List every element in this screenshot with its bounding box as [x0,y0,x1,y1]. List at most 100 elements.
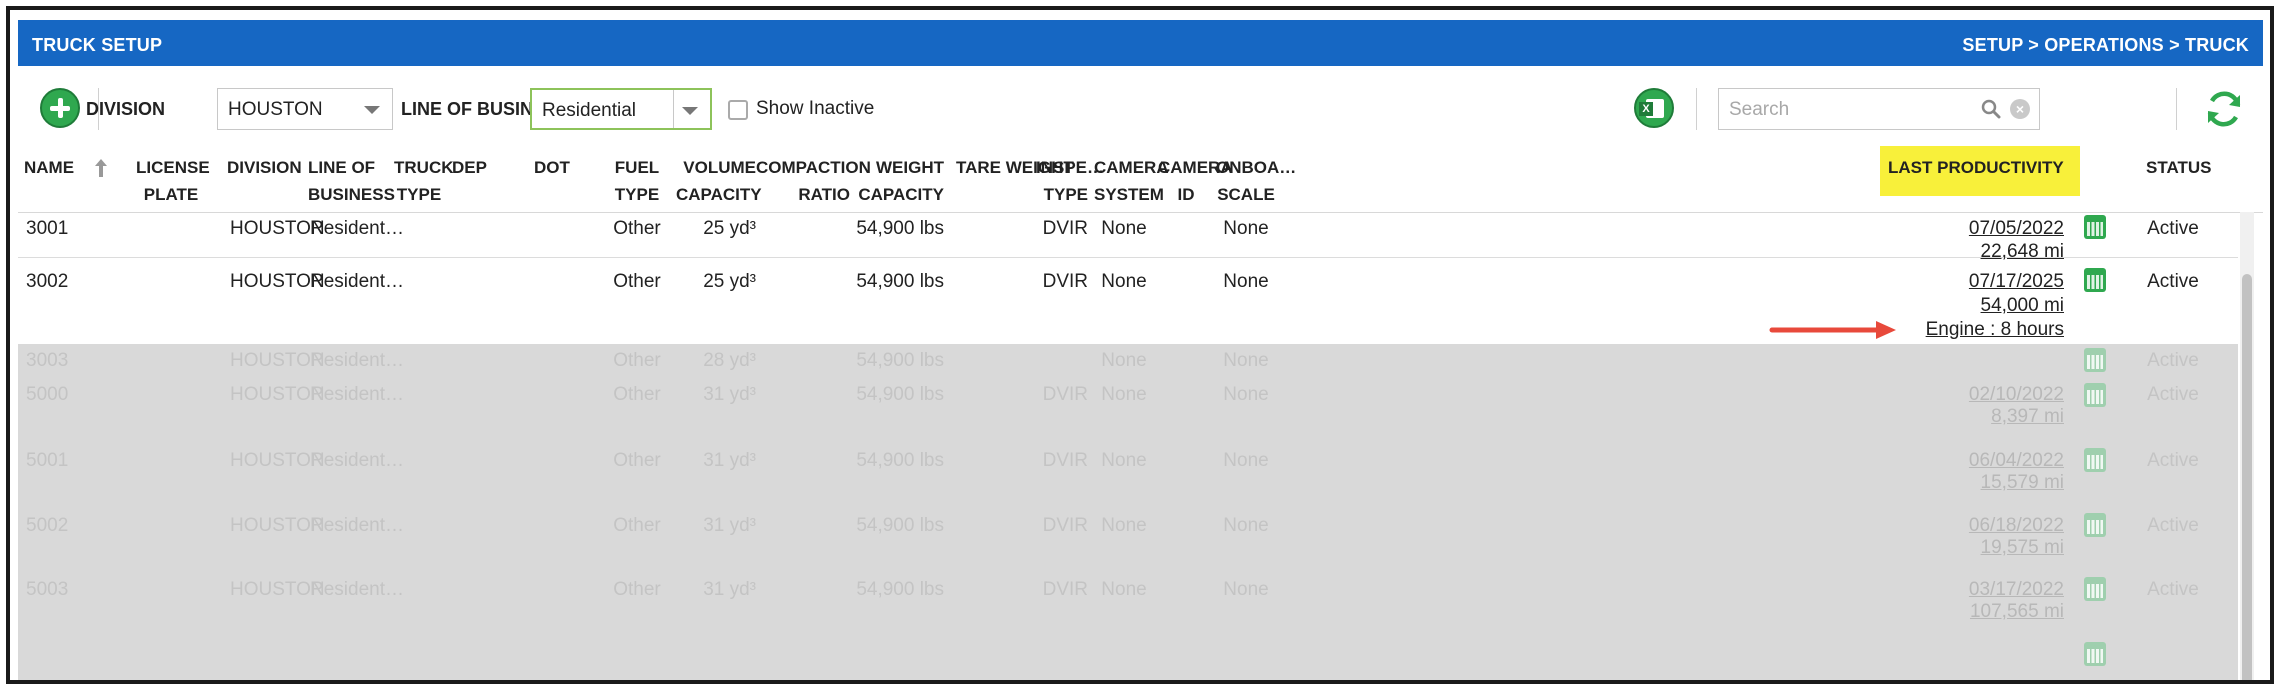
col-weight-line2: CAPACITY [858,185,944,204]
cell-line-of-business: Resident… [310,384,404,405]
add-truck-button[interactable] [40,88,80,128]
table-row[interactable]: 5000 HOUSTON Resident… Other 31 yd³ 54,9… [18,380,2238,445]
col-status[interactable]: STATUS [2146,154,2211,181]
cell-name: 5001 [26,450,69,471]
cell-line-of-business: Resident… [310,515,404,536]
cell-fuel-type: Other [613,271,661,292]
col-compaction-ratio[interactable]: COMPACTION RATIO [756,154,871,208]
table-row[interactable]: 3001 HOUSTON Resident… Other 25 yd³ 54,9… [18,212,2238,262]
table-body: 3001 HOUSTON Resident… Other 25 yd³ 54,9… [18,212,2238,680]
cell-onboard-scale: None [1223,579,1269,600]
cell-productivity-miles[interactable]: 15,579 mi [1888,471,2064,494]
table-row[interactable] [18,638,2238,680]
vertical-scrollbar[interactable] [2240,212,2254,680]
cell-status: Active [2147,218,2199,239]
cell-name: 5000 [26,384,69,405]
col-onboard-scale[interactable]: ONBOA… SCALE [1216,154,1296,208]
cell-volume: 31 yd³ [703,450,756,471]
clear-search-icon[interactable]: × [2010,99,2030,119]
col-inspection-type[interactable]: INSPE… TYPE [1036,154,1104,208]
cell-productivity-miles[interactable]: 107,565 mi [1888,600,2064,623]
cell-weight: 54,900 lbs [856,579,944,600]
col-division[interactable]: DIVISION [227,154,302,181]
table-row[interactable]: 3003 HOUSTON Resident… Other 28 yd³ 54,9… [18,344,2238,381]
cell-productivity-date[interactable]: 07/05/2022 [1888,217,2064,240]
cell-productivity-miles[interactable]: 8,397 mi [1888,405,2064,428]
col-line-of-business[interactable]: LINE OF BUSINESS [308,154,395,208]
page-title: TRUCK SETUP [32,35,163,55]
cell-fuel-type: Other [613,579,661,600]
refresh-icon[interactable] [2202,87,2246,131]
cell-line-of-business: Resident… [310,579,404,600]
window-frame: TRUCK SETUP SETUP > OPERATIONS > TRUCK D… [6,6,2274,684]
cell-productivity-date[interactable]: 06/04/2022 [1888,449,2064,472]
show-inactive-label: Show Inactive [756,98,875,119]
col-last-productivity[interactable]: LAST PRODUCTIVITY [1888,154,2064,181]
cell-productivity-date[interactable]: 03/17/2022 [1888,578,2064,601]
division-label: DIVISION [86,99,166,119]
table-row[interactable]: 3002 HOUSTON Resident… Other 25 yd³ 54,9… [18,257,2238,345]
line-of-business-select[interactable]: Residential [530,88,712,130]
search-input[interactable] [1727,97,1971,123]
col-camid-line2: ID [1177,185,1195,204]
col-truck-type-line1: TRUCK [394,158,454,177]
col-dep[interactable]: DEP [452,154,487,181]
col-dep-label: DEP [452,158,487,177]
cell-status: Active [2147,515,2199,536]
cell-volume: 28 yd³ [703,350,756,371]
table-row[interactable]: 5001 HOUSTON Resident… Other 31 yd³ 54,9… [18,444,2238,510]
calendar-icon[interactable] [2084,642,2106,666]
col-name[interactable]: NAME [24,154,74,181]
cell-productivity-miles[interactable]: 19,575 mi [1888,536,2064,559]
cell-name: 5002 [26,515,69,536]
col-truck-type[interactable]: TRUCK TYPE [394,154,454,208]
sort-ascending-icon[interactable] [94,158,108,178]
col-compaction-line1: COMPACTION [756,158,871,177]
cell-inspection-type: DVIR [1042,384,1088,405]
breadcrumb[interactable]: SETUP > OPERATIONS > TRUCK [1962,35,2249,56]
cell-onboard-scale: None [1223,271,1269,292]
table-row[interactable]: 5003 HOUSTON Resident… Other 31 yd³ 54,9… [18,573,2238,639]
line-of-business-select-value: Residential [542,100,636,121]
cell-inspection-type: DVIR [1042,218,1088,239]
cell-productivity-date[interactable]: 06/18/2022 [1888,514,2064,537]
col-fuel-type[interactable]: FUEL TYPE [612,154,662,208]
cell-inspection-type: DVIR [1042,579,1088,600]
calendar-icon[interactable] [2084,448,2106,472]
cell-camera-system: None [1101,271,1147,292]
col-camera-id[interactable]: CAMERA ID [1158,154,1233,208]
col-weight-capacity[interactable]: WEIGHT CAPACITY [858,154,944,208]
cell-productivity-miles[interactable]: 54,000 mi [1888,294,2064,317]
division-select[interactable]: HOUSTON [217,88,393,130]
col-dot[interactable]: DOT [534,154,570,181]
col-volume-line1: VOLUME [683,158,756,177]
export-excel-button[interactable]: X [1634,88,1674,128]
col-camera-system[interactable]: CAMERA SYSTEM [1094,154,1169,208]
cell-camera-system: None [1101,218,1147,239]
cell-fuel-type: Other [613,218,661,239]
col-lob-line2: BUSINESS [308,185,395,204]
calendar-icon[interactable] [2084,215,2106,239]
toolbar-divider [1696,88,1697,130]
cell-productivity-date[interactable]: 07/17/2025 [1888,270,2064,293]
cell-name: 5003 [26,579,69,600]
excel-x-glyph: X [1639,102,1653,116]
cell-onboard-scale: None [1223,515,1269,536]
cell-productivity-date[interactable]: 02/10/2022 [1888,383,2064,406]
col-status-label: STATUS [2146,158,2212,177]
calendar-icon[interactable] [2084,577,2106,601]
calendar-icon[interactable] [2084,513,2106,537]
col-truck-type-line2: TYPE [396,185,442,204]
cell-fuel-type: Other [613,350,661,371]
calendar-icon[interactable] [2084,268,2106,292]
table-row[interactable]: 5002 HOUSTON Resident… Other 31 yd³ 54,9… [18,509,2238,574]
cell-productivity-engine-hours[interactable]: Engine : 8 hours [1888,318,2064,341]
calendar-icon[interactable] [2084,383,2106,407]
scrollbar-thumb[interactable] [2242,274,2252,680]
show-inactive-checkbox[interactable] [728,100,748,120]
col-lob-line1: LINE OF [308,158,376,177]
calendar-icon[interactable] [2084,348,2106,372]
search-icon[interactable] [1981,99,2001,119]
col-license-plate[interactable]: LICENSE PLATE [136,154,210,208]
col-volume-capacity[interactable]: VOLUME CAPACITY [676,154,762,208]
